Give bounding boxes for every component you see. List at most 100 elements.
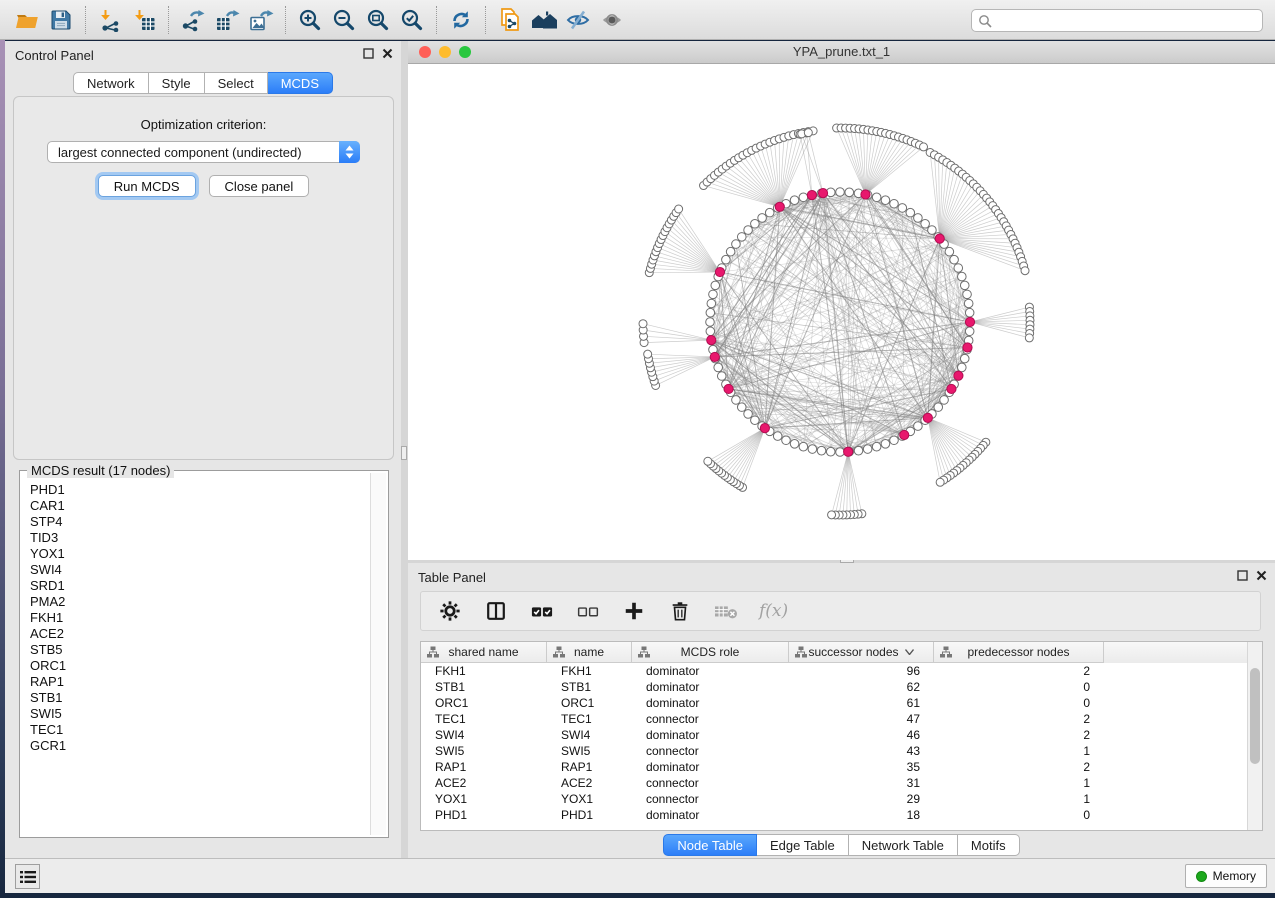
refresh-icon[interactable] bbox=[444, 4, 478, 36]
column-header-MCDS-role[interactable]: MCDS role bbox=[632, 642, 789, 663]
show-all-icon[interactable] bbox=[595, 4, 629, 36]
graph-node[interactable] bbox=[751, 219, 760, 228]
select-all-rows-icon[interactable] bbox=[529, 598, 555, 624]
graph-node[interactable] bbox=[717, 372, 726, 381]
graph-node[interactable] bbox=[881, 196, 890, 205]
graph-node-mcds[interactable] bbox=[760, 423, 769, 432]
graph-node[interactable] bbox=[773, 432, 782, 441]
graph-node[interactable] bbox=[732, 396, 741, 405]
window-close-button[interactable] bbox=[419, 46, 431, 58]
graph-node[interactable] bbox=[921, 219, 930, 228]
delete-column-icon[interactable] bbox=[667, 598, 693, 624]
mcds-result-item[interactable]: GCR1 bbox=[30, 738, 369, 754]
graph-node[interactable] bbox=[898, 204, 907, 213]
mcds-result-scrollbar[interactable] bbox=[370, 473, 386, 835]
graph-node-mcds[interactable] bbox=[900, 430, 909, 439]
graph-node[interactable] bbox=[890, 199, 899, 208]
graph-node[interactable] bbox=[782, 436, 791, 445]
graph-node[interactable] bbox=[790, 196, 799, 205]
mcds-result-item[interactable]: YOX1 bbox=[30, 546, 369, 562]
graph-node-mcds[interactable] bbox=[707, 335, 716, 344]
graph-node[interactable] bbox=[714, 363, 723, 372]
run-mcds-button[interactable]: Run MCDS bbox=[98, 175, 196, 197]
export-table-icon[interactable] bbox=[210, 4, 244, 36]
float-panel-icon[interactable] bbox=[363, 48, 374, 59]
graph-node[interactable] bbox=[872, 193, 881, 202]
column-header-successor-nodes[interactable]: successor nodes bbox=[789, 642, 934, 663]
graph-node[interactable] bbox=[914, 422, 923, 431]
graph-node[interactable] bbox=[737, 403, 746, 412]
graph-node[interactable] bbox=[765, 208, 774, 217]
mcds-result-item[interactable]: SWI5 bbox=[30, 706, 369, 722]
mcds-result-item[interactable]: TID3 bbox=[30, 530, 369, 546]
column-header-shared-name[interactable]: shared name bbox=[421, 642, 547, 663]
node-table[interactable]: shared namenameMCDS rolesuccessor nodesp… bbox=[420, 641, 1263, 831]
close-panel-icon[interactable] bbox=[382, 48, 393, 59]
graph-node[interactable] bbox=[644, 350, 652, 358]
graph-node[interactable] bbox=[744, 226, 753, 235]
export-network-icon[interactable] bbox=[176, 4, 210, 36]
network-titlebar[interactable]: YPA_prune.txt_1 bbox=[408, 41, 1275, 64]
graph-node[interactable] bbox=[737, 233, 746, 242]
table-row[interactable]: SWI4SWI4dominator462 bbox=[421, 727, 1262, 743]
float-panel-icon[interactable] bbox=[1237, 570, 1248, 581]
graph-node[interactable] bbox=[914, 214, 923, 223]
table-row[interactable]: ACE2ACE2connector311 bbox=[421, 775, 1262, 791]
table-row[interactable]: RAP1RAP1dominator352 bbox=[421, 759, 1262, 775]
graph-node[interactable] bbox=[963, 290, 972, 299]
tab-style[interactable]: Style bbox=[149, 72, 205, 94]
graph-node[interactable] bbox=[965, 308, 974, 317]
mcds-result-item[interactable]: PHD1 bbox=[30, 482, 369, 498]
graph-node[interactable] bbox=[1021, 267, 1029, 275]
graph-node[interactable] bbox=[906, 208, 915, 217]
graph-node[interactable] bbox=[960, 354, 969, 363]
window-minimize-button[interactable] bbox=[439, 46, 451, 58]
graph-node[interactable] bbox=[711, 281, 720, 290]
splitter-grip[interactable] bbox=[401, 446, 407, 460]
graph-node[interactable] bbox=[744, 410, 753, 419]
graph-node[interactable] bbox=[817, 446, 826, 455]
graph-node-mcds[interactable] bbox=[844, 447, 853, 456]
graph-node[interactable] bbox=[954, 264, 963, 273]
task-history-button[interactable] bbox=[15, 864, 40, 889]
graph-node[interactable] bbox=[799, 193, 808, 202]
table-row[interactable]: ORC1ORC1dominator610 bbox=[421, 695, 1262, 711]
graph-node[interactable] bbox=[706, 327, 715, 336]
optimization-criterion-select[interactable]: largest connected component (undirected) bbox=[47, 141, 360, 163]
zoom-out-icon[interactable] bbox=[327, 4, 361, 36]
mcds-result-item[interactable]: RAP1 bbox=[30, 674, 369, 690]
graph-node[interactable] bbox=[965, 327, 974, 336]
tab-edge-table[interactable]: Edge Table bbox=[757, 834, 849, 856]
graph-node[interactable] bbox=[890, 436, 899, 445]
mcds-result-item[interactable]: TEC1 bbox=[30, 722, 369, 738]
graph-node-mcds[interactable] bbox=[923, 413, 932, 422]
mcds-result-item[interactable]: STP4 bbox=[30, 514, 369, 530]
mcds-result-item[interactable]: STB1 bbox=[30, 690, 369, 706]
graph-node[interactable] bbox=[845, 188, 854, 197]
graph-node[interactable] bbox=[934, 403, 943, 412]
graph-node[interactable] bbox=[881, 440, 890, 449]
graph-node[interactable] bbox=[709, 290, 718, 299]
graph-node[interactable] bbox=[958, 272, 967, 281]
search-field[interactable] bbox=[971, 9, 1263, 32]
graph-node-mcds[interactable] bbox=[724, 384, 733, 393]
table-scrollbar-thumb[interactable] bbox=[1250, 668, 1260, 764]
graph-node-mcds[interactable] bbox=[954, 371, 963, 380]
column-header-predecessor-nodes[interactable]: predecessor nodes bbox=[934, 642, 1104, 663]
mcds-result-item[interactable]: STB5 bbox=[30, 642, 369, 658]
tab-network[interactable]: Network bbox=[73, 72, 149, 94]
graph-node[interactable] bbox=[808, 445, 817, 454]
add-column-icon[interactable] bbox=[621, 598, 647, 624]
graph-node[interactable] bbox=[675, 205, 683, 213]
graph-node[interactable] bbox=[836, 188, 845, 197]
table-settings-gear-icon[interactable] bbox=[437, 598, 463, 624]
save-session-icon[interactable] bbox=[44, 4, 78, 36]
graph-node[interactable] bbox=[920, 143, 928, 151]
graph-node[interactable] bbox=[950, 255, 959, 264]
graph-node[interactable] bbox=[936, 478, 944, 486]
graph-node[interactable] bbox=[945, 247, 954, 256]
table-row[interactable]: TEC1TEC1connector472 bbox=[421, 711, 1262, 727]
graph-node[interactable] bbox=[707, 299, 716, 308]
graph-node[interactable] bbox=[928, 226, 937, 235]
tab-mcds[interactable]: MCDS bbox=[268, 72, 333, 94]
